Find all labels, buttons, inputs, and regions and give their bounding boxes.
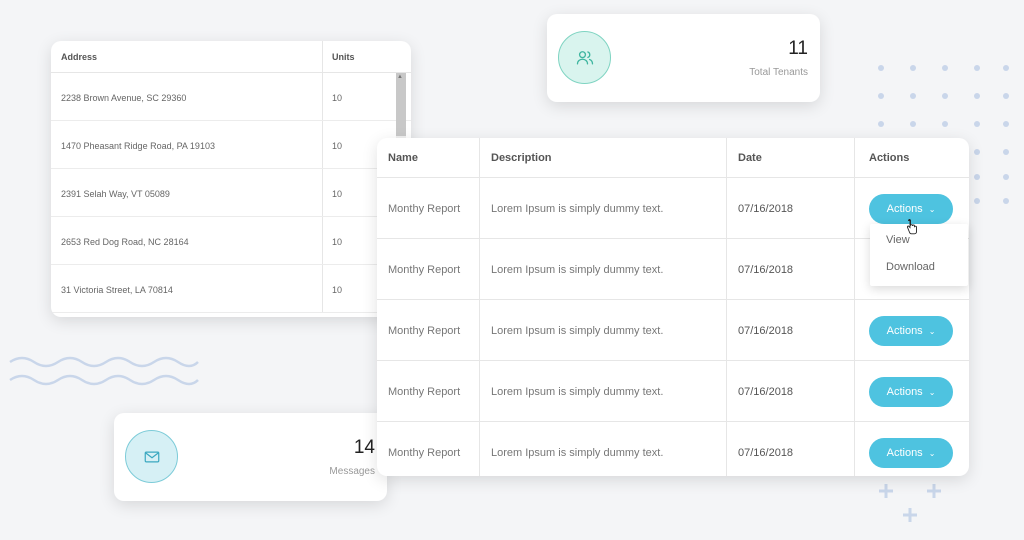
table-row[interactable]: Monthy Report Lorem Ipsum is simply dumm… [377,361,969,422]
name-cell: Monthy Report [377,239,480,299]
actions-button-label: Actions [886,203,923,215]
total-tenants-card: 11 Total Tenants [547,14,820,102]
table-row[interactable]: 1470 Pheasant Ridge Road, PA 19103 10 [51,121,411,169]
date-cell: 07/16/2018 [727,300,855,360]
description-cell: Lorem Ipsum is simply dummy text. [480,178,727,238]
hand-cursor-icon [906,219,917,235]
date-cell: 07/16/2018 [727,178,855,238]
decorative-waves [9,356,199,386]
description-cell: Lorem Ipsum is simply dummy text. [480,422,727,476]
table-row[interactable]: 2238 Brown Avenue, SC 29360 10 [51,73,411,121]
actions-button[interactable]: Actions ⌄ [869,438,953,468]
table-row[interactable]: 31 Victoria Street, LA 70814 10 [51,265,411,313]
tenants-label: Total Tenants [749,67,808,78]
actions-button-label: Actions [886,386,923,398]
description-column-header[interactable]: Description [480,138,727,177]
messages-label: Messages [329,466,375,477]
actions-column-header: Actions [869,152,910,164]
address-table-header: Address Units [51,41,411,73]
actions-button-label: Actions [886,447,923,459]
envelope-icon [144,451,159,462]
actions-cell: Actions ⌄ [855,300,969,360]
address-scrollbar-thumb[interactable] [396,73,406,136]
decorative-plus-signs [879,484,941,522]
actions-button[interactable]: Actions ⌄ [869,316,953,346]
chevron-down-icon: ⌄ [928,449,936,458]
address-cell: 1470 Pheasant Ridge Road, PA 19103 [51,121,323,168]
dropdown-item-download[interactable]: Download [870,251,968,278]
users-icon [576,50,593,64]
messages-card: 14 Messages [114,413,387,501]
actions-cell: Actions ⌄ [855,422,969,476]
actions-button[interactable]: Actions ⌄ [869,377,953,407]
tenants-count: 11 [788,38,808,59]
address-cell: 2653 Red Dog Road, NC 28164 [51,217,323,264]
address-cell: 2238 Brown Avenue, SC 29360 [51,73,323,120]
name-cell: Monthy Report [377,178,480,238]
address-cell: 2391 Selah Way, VT 05089 [51,169,323,216]
actions-button-label: Actions [886,325,923,337]
actions-cell: Actions ⌄ [855,361,969,421]
table-row[interactable]: 2391 Selah Way, VT 05089 10 [51,169,411,217]
table-row[interactable]: 2653 Red Dog Road, NC 28164 10 [51,217,411,265]
name-cell: Monthy Report [377,422,480,476]
description-cell: Lorem Ipsum is simply dummy text. [480,239,727,299]
date-column-header[interactable]: Date [727,138,855,177]
address-column-header[interactable]: Address [51,41,323,72]
date-cell: 07/16/2018 [727,422,855,476]
reports-table-header: Name Description Date Actions [377,138,969,178]
description-cell: Lorem Ipsum is simply dummy text. [480,361,727,421]
tenants-icon-circle [558,31,611,84]
name-cell: Monthy Report [377,361,480,421]
messages-count: 14 [353,437,375,458]
scroll-up-arrow-icon[interactable]: ▲ [397,74,403,80]
table-row[interactable]: Monthy Report Lorem Ipsum is simply dumm… [377,422,969,476]
chevron-down-icon: ⌄ [928,205,936,214]
messages-icon-circle [125,430,178,483]
description-cell: Lorem Ipsum is simply dummy text. [480,300,727,360]
date-cell: 07/16/2018 [727,361,855,421]
units-column-header[interactable]: Units [323,41,411,72]
dropdown-item-view[interactable]: View [870,224,968,251]
address-cell: 31 Victoria Street, LA 70814 [51,265,323,312]
table-row[interactable]: Monthy Report Lorem Ipsum is simply dumm… [377,300,969,361]
chevron-down-icon: ⌄ [928,327,936,336]
name-column-header[interactable]: Name [377,138,480,177]
reports-table-card: Name Description Date Actions Monthy Rep… [377,138,969,476]
address-table-card: Address Units 2238 Brown Avenue, SC 2936… [51,41,411,317]
name-cell: Monthy Report [377,300,480,360]
actions-dropdown-menu: View Download [870,224,968,286]
chevron-down-icon: ⌄ [928,388,936,397]
date-cell: 07/16/2018 [727,239,855,299]
